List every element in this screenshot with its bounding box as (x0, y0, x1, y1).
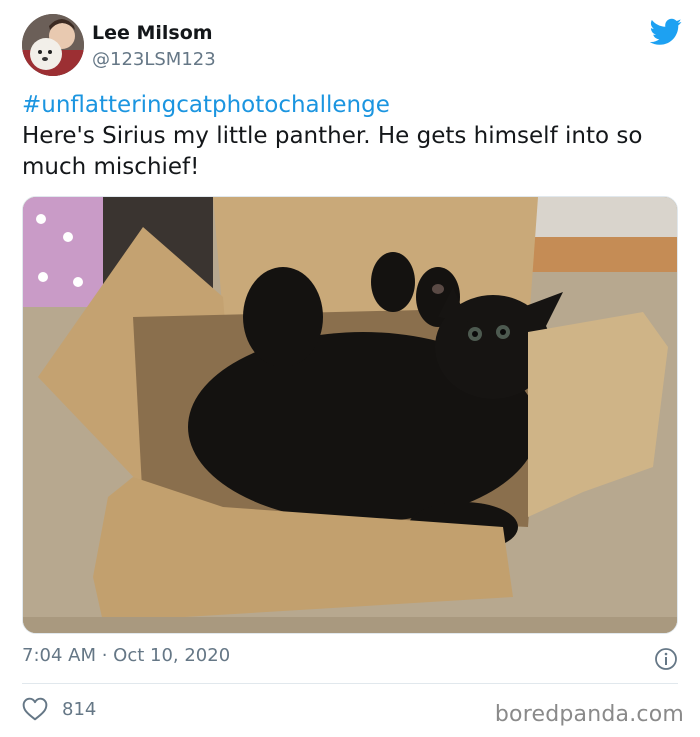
info-icon[interactable] (654, 647, 678, 671)
avatar[interactable] (22, 14, 84, 76)
tweet-photo[interactable] (22, 196, 678, 634)
cat-in-box-image (23, 197, 677, 633)
avatar-image (22, 14, 84, 76)
heart-outline-icon[interactable] (22, 697, 48, 721)
watermark: boredpanda.com (494, 702, 684, 727)
tweet-timestamp[interactable]: 7:04 AM · Oct 10, 2020 (22, 645, 230, 666)
hashtag-link[interactable]: #unflatteringcatphotochallenge (22, 90, 682, 121)
like-count: 814 (62, 698, 97, 720)
tweet-body: Here's Sirius my little panther. He gets… (22, 123, 643, 180)
author-handle[interactable]: @123LSM123 (92, 49, 216, 70)
tweet-header: Lee Milsom @123LSM123 (22, 14, 682, 80)
author-name[interactable]: Lee Milsom (92, 22, 213, 44)
divider (22, 683, 678, 684)
tweet-text: #unflatteringcatphotochallenge Here's Si… (22, 90, 682, 183)
twitter-bird-icon[interactable] (650, 18, 682, 46)
like-action[interactable]: 814 (22, 695, 96, 723)
